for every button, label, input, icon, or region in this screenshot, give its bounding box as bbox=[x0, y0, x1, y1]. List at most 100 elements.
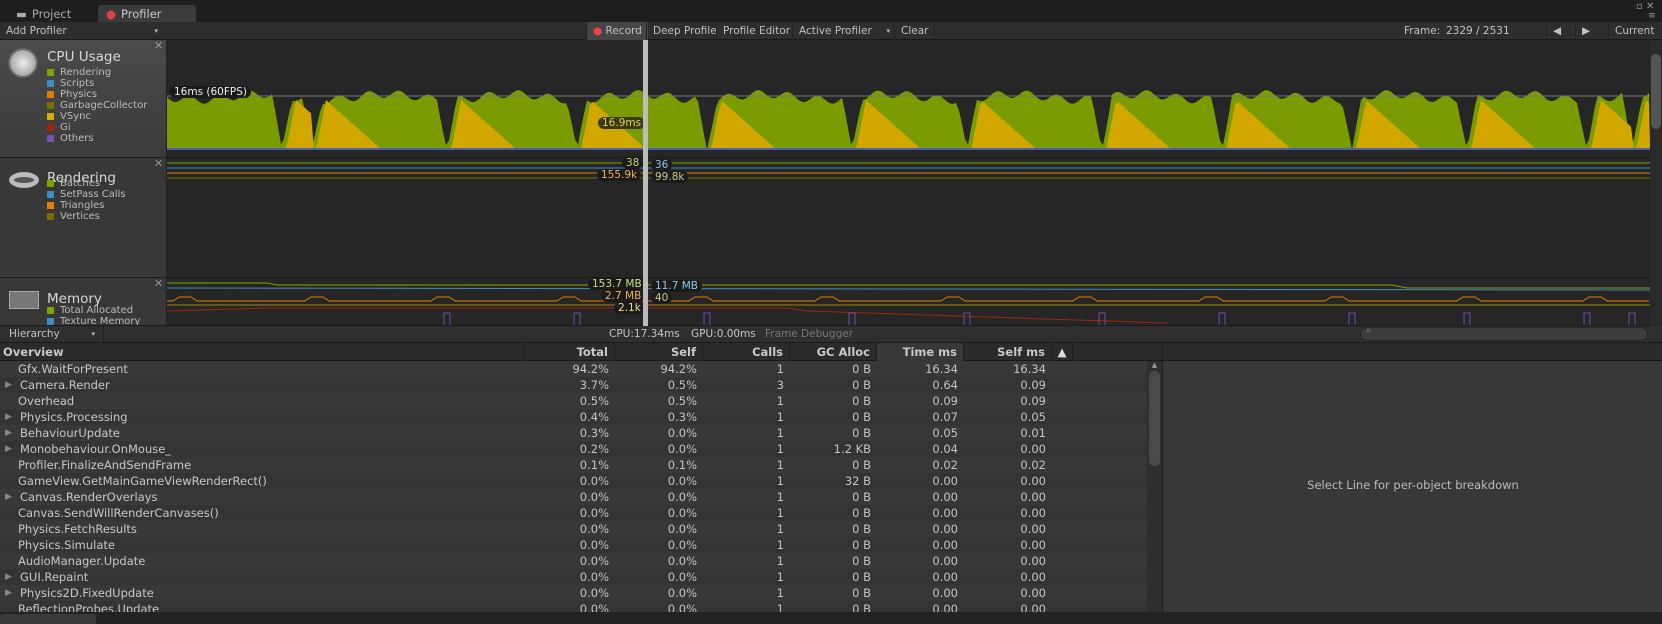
graphs-scrollbar[interactable] bbox=[1650, 40, 1662, 326]
expand-arrow-icon[interactable]: ▶ bbox=[5, 489, 12, 505]
column-header[interactable]: Time ms bbox=[877, 343, 964, 361]
row-cell: 0 B bbox=[852, 458, 871, 472]
legend-item[interactable]: Rendering bbox=[47, 67, 111, 78]
search-input[interactable]: ⌕ bbox=[1360, 326, 1648, 341]
record-icon: ● bbox=[593, 25, 603, 37]
frame-playhead[interactable] bbox=[643, 40, 648, 326]
column-header[interactable]: Overview bbox=[0, 343, 525, 361]
memory-graph[interactable]: 153.7 MB 11.7 MB 2.7 MB 40 2.1k bbox=[167, 278, 1650, 326]
profiler-toolbar: Add Profiler ▾ ● Record Deep Profile Prof… bbox=[0, 22, 1662, 40]
tab-project[interactable]: ▬ Project bbox=[8, 5, 79, 22]
table-row[interactable]: Canvas.SendWillRenderCanvases() 0.0% 0.0% 1… bbox=[0, 505, 1147, 521]
record-button[interactable]: ● Record bbox=[586, 22, 648, 40]
close-icon[interactable]: ✕ bbox=[154, 278, 163, 290]
column-header[interactable]: Calls bbox=[703, 343, 790, 361]
tab-profiler[interactable]: ● Profiler bbox=[98, 5, 196, 22]
row-cell: 0.0% bbox=[579, 474, 609, 488]
gpu-time: GPU:0.00ms bbox=[691, 328, 756, 340]
table-row[interactable]: GameView.GetMainGameViewRenderRect() 0.0%… bbox=[0, 473, 1147, 489]
table-row[interactable]: Profiler.FinalizeAndSendFrame 0.1% 0.1% 1 0 … bbox=[0, 457, 1147, 473]
legend-item[interactable]: Batches bbox=[47, 178, 100, 189]
row-cell: 0.09 bbox=[1020, 378, 1046, 392]
legend-swatch bbox=[47, 318, 54, 325]
row-cell: 0.00 bbox=[1020, 506, 1046, 520]
row-name: Physics.Processing bbox=[20, 410, 128, 424]
table-row[interactable]: Physics.FetchResults 0.0% 0.0% 1 0 B 0.00 0.00 bbox=[0, 521, 1147, 537]
row-cell: 0 B bbox=[852, 538, 871, 552]
rendering-graph[interactable]: 38 36 155.9k 99.8k bbox=[167, 158, 1650, 278]
table-scrollbar[interactable]: ▲ bbox=[1147, 361, 1162, 612]
table-row[interactable]: ▶ Monobehaviour.OnMouse_ 0.2% 0.0% 1 1.2 KB 0.… bbox=[0, 441, 1147, 457]
row-cell: 0.0% bbox=[667, 554, 697, 568]
expand-arrow-icon[interactable]: ▶ bbox=[5, 425, 12, 441]
cpu-usage-panel[interactable]: CPU Usage ✕ Rendering Scripts Physics Garba… bbox=[0, 39, 166, 158]
frame-debugger-button[interactable]: Frame Debugger bbox=[765, 328, 853, 340]
warning-icon[interactable]: ▲ bbox=[1052, 343, 1073, 361]
memory-pulse-line bbox=[573, 312, 581, 325]
column-header[interactable]: Total bbox=[525, 343, 615, 361]
table-row[interactable]: ▶ Canvas.RenderOverlays 0.0% 0.0% 1 0 B 0.00 0.… bbox=[0, 489, 1147, 505]
close-icon[interactable]: ✕ bbox=[154, 39, 163, 52]
deep-profile-button[interactable]: Deep Profile bbox=[646, 22, 723, 40]
legend-swatch bbox=[47, 135, 54, 142]
row-cell: 1 bbox=[776, 426, 784, 440]
cpu-usage-graph[interactable]: 16ms (60FPS) 16.9ms bbox=[167, 40, 1650, 158]
frame-value: 2329 / 2531 bbox=[1446, 25, 1510, 37]
active-profiler-dropdown[interactable]: Active Profiler ▾ bbox=[792, 22, 894, 40]
close-icon[interactable]: ✕ bbox=[154, 157, 163, 170]
add-profiler-dropdown[interactable]: Add Profiler ▾ bbox=[0, 22, 166, 40]
legend-item[interactable]: Triangles bbox=[47, 200, 104, 211]
expand-arrow-icon[interactable]: ▶ bbox=[5, 585, 12, 601]
table-row[interactable]: Physics.Simulate 0.0% 0.0% 1 0 B 0.00 0.00 bbox=[0, 537, 1147, 553]
column-header[interactable]: GC Alloc bbox=[790, 343, 877, 361]
memory-pulse-line bbox=[848, 312, 856, 325]
expand-arrow-icon[interactable]: ▶ bbox=[5, 377, 12, 393]
legend-item[interactable]: Vertices bbox=[47, 211, 100, 222]
profile-editor-button[interactable]: Profile Editor bbox=[716, 22, 796, 40]
column-header[interactable]: Self bbox=[615, 343, 703, 361]
table-row[interactable]: ▶ BehaviourUpdate 0.3% 0.0% 1 0 B 0.05 0.01 bbox=[0, 425, 1147, 441]
table-row[interactable]: ReflectionProbes.Update 0.0% 0.0% 1 0 B 0.00 0… bbox=[0, 601, 1147, 612]
table-row[interactable]: AudioManager.Update 0.0% 0.0% 1 0 B 0.00 0.00 bbox=[0, 553, 1147, 569]
rendering-panel[interactable]: Rendering ✕ Batches SetPass Calls Triangle… bbox=[0, 157, 166, 278]
row-cell: 0 B bbox=[852, 426, 871, 440]
table-row[interactable]: Overhead 0.5% 0.5% 1 0 B 0.09 0.09 bbox=[0, 393, 1147, 409]
row-cell: 0.0% bbox=[667, 490, 697, 504]
row-name: GameView.GetMainGameViewRenderRect() bbox=[18, 474, 267, 488]
legend-item[interactable]: Total Allocated bbox=[47, 305, 133, 316]
table-row[interactable]: ▶ Camera.Render 3.7% 0.5% 3 0 B 0.64 0.09 bbox=[0, 377, 1147, 393]
column-header[interactable]: Self ms bbox=[964, 343, 1052, 361]
next-frame-button[interactable]: ▶ bbox=[1575, 22, 1596, 40]
legend-item[interactable]: SetPass Calls bbox=[47, 189, 126, 200]
legend-item[interactable]: Scripts bbox=[47, 78, 94, 89]
table-row[interactable]: Gfx.WaitForPresent 94.2% 94.2% 1 0 B 16.34 16.… bbox=[0, 361, 1147, 377]
torus-icon bbox=[9, 172, 39, 188]
row-cell: 1 bbox=[776, 538, 784, 552]
menu-icon[interactable]: ≡ bbox=[1648, 11, 1656, 21]
table-row[interactable]: ▶ Physics2D.FixedUpdate 0.0% 0.0% 1 0 B 0.00 0.… bbox=[0, 585, 1147, 601]
view-dropdown[interactable]: Hierarchy ▾ bbox=[0, 326, 104, 342]
legend-item[interactable]: Physics bbox=[47, 89, 97, 100]
row-cell: 0.00 bbox=[932, 474, 958, 488]
table-row[interactable]: ▶ GUI.Repaint 0.0% 0.0% 1 0 B 0.00 0.00 bbox=[0, 569, 1147, 585]
prev-frame-button[interactable]: ◀ bbox=[1546, 22, 1567, 40]
legend-item[interactable]: Others bbox=[47, 133, 94, 144]
row-cell: 0.0% bbox=[667, 602, 697, 612]
table-row[interactable]: ▶ Physics.Processing 0.4% 0.3% 1 0 B 0.07 0.05 bbox=[0, 409, 1147, 425]
expand-arrow-icon[interactable]: ▶ bbox=[5, 569, 12, 585]
expand-arrow-icon[interactable]: ▶ bbox=[5, 441, 12, 457]
legend-item[interactable]: VSync bbox=[47, 111, 91, 122]
row-cell: 32 B bbox=[844, 474, 871, 488]
scrollbar-thumb[interactable] bbox=[1149, 371, 1160, 466]
tab-console[interactable] bbox=[0, 614, 96, 624]
row-cell: 3 bbox=[776, 378, 784, 392]
legend-item[interactable]: Texture Memory bbox=[47, 316, 140, 325]
current-frame-button[interactable]: Current bbox=[1608, 22, 1662, 40]
memory-panel[interactable]: Memory ✕ Total Allocated Texture Memory bbox=[0, 278, 166, 326]
legend-item[interactable]: Gi bbox=[47, 122, 71, 133]
texture-memory-value: 11.7 MB bbox=[651, 280, 702, 292]
row-cell: 0.02 bbox=[1020, 458, 1046, 472]
legend-item[interactable]: GarbageCollector bbox=[47, 100, 147, 111]
expand-arrow-icon[interactable]: ▶ bbox=[5, 409, 12, 425]
clear-button[interactable]: Clear bbox=[894, 22, 936, 40]
